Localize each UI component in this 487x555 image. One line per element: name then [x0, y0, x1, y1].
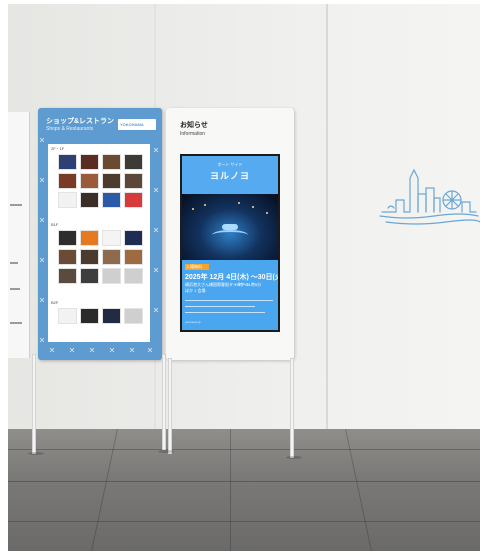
shop-directory-board: 2F・1F B1F B2F [48, 144, 150, 342]
poster-footer: yorunoyo.jp [185, 320, 201, 324]
partial-sign-left [8, 112, 30, 358]
station-concourse-scene: ショップ&レストラン Shops & Restaurants YOKOHAMA … [8, 4, 480, 551]
shop-logo-tile [58, 230, 77, 246]
shops-logo-text: YOKOHAMA [120, 122, 144, 127]
night-harbor-photo [182, 194, 278, 260]
shop-logo-tile [124, 249, 143, 265]
shop-logo-tile [102, 173, 121, 189]
shop-logo-tile [124, 173, 143, 189]
shops-sign-subtitle: Shops & Restaurants [46, 126, 94, 132]
shop-logo-tile [102, 192, 121, 208]
info-sign-title: お知らせ [180, 122, 208, 129]
information-sign: お知らせ Information ポート サイド ヨルノヨ 入場無料 2025年 [166, 108, 294, 360]
shop-logo-grid [58, 154, 143, 208]
shops-directory-sign: ショップ&レストラン Shops & Restaurants YOKOHAMA … [38, 108, 162, 360]
yokohama-skyline-illustration [379, 168, 480, 225]
shop-logo-tile [80, 192, 99, 208]
shops-sign-logo: YOKOHAMA [118, 119, 156, 130]
shop-logo-tile [102, 230, 121, 246]
shop-logo-tile [80, 308, 99, 324]
shop-logo-tile [124, 230, 143, 246]
poster-brand-small: ポート サイド [217, 162, 243, 167]
shop-logo-tile [102, 308, 121, 324]
free-entry-badge: 入場無料 [185, 264, 209, 270]
shop-logo-tile [58, 154, 77, 170]
shops-sign-title: ショップ&レストラン [46, 118, 115, 125]
shop-logo-tile-empty [124, 268, 143, 284]
shop-logo-tile [80, 230, 99, 246]
shop-logo-tile [58, 192, 77, 208]
shop-logo-tile [58, 308, 77, 324]
sign-pole [168, 358, 172, 454]
shop-logo-tile [80, 249, 99, 265]
shop-logo-tile [124, 154, 143, 170]
floor-label: 2F・1F [51, 146, 65, 151]
shop-logo-tile [80, 173, 99, 189]
shop-logo-tile [58, 249, 77, 265]
shop-logo-tile-empty [102, 268, 121, 284]
shop-logo-tile-empty [124, 308, 143, 324]
shop-logo-tile [80, 268, 99, 284]
shop-logo-tile [124, 192, 143, 208]
digital-signage-screen: ポート サイド ヨルノヨ 入場無料 2025年 12月 4日(木) ～30日(火… [180, 154, 280, 332]
floor-label: B1F [51, 222, 59, 227]
shop-logo-tile [102, 154, 121, 170]
shop-logo-tile [102, 249, 121, 265]
event-dates: 2025年 12月 4日(木) ～30日(火) [185, 274, 280, 281]
shop-logo-grid [58, 230, 143, 284]
event-venue-extra: ほか 1 会場 [185, 288, 206, 293]
poster-event-info: 入場無料 2025年 12月 4日(木) ～30日(火) 17時～21時5分 横… [182, 260, 278, 330]
sign-pole [290, 358, 294, 458]
free-entry-badge-text: 入場無料 [186, 264, 202, 269]
shop-logo-tile [80, 154, 99, 170]
floor-label: B2F [51, 300, 59, 305]
tiled-floor [8, 429, 480, 551]
info-sign-subtitle: Information [180, 131, 206, 137]
poster-header: ポート サイド ヨルノヨ [182, 156, 278, 194]
sign-pole [32, 354, 36, 454]
shop-logo-tile [58, 268, 77, 284]
sign-pole [162, 354, 166, 450]
shop-logo-grid [58, 308, 143, 324]
light-arc [212, 230, 248, 240]
shop-logo-tile [58, 173, 77, 189]
wall-panel-seam [326, 4, 328, 429]
poster-brand: ヨルノヨ [209, 171, 250, 181]
